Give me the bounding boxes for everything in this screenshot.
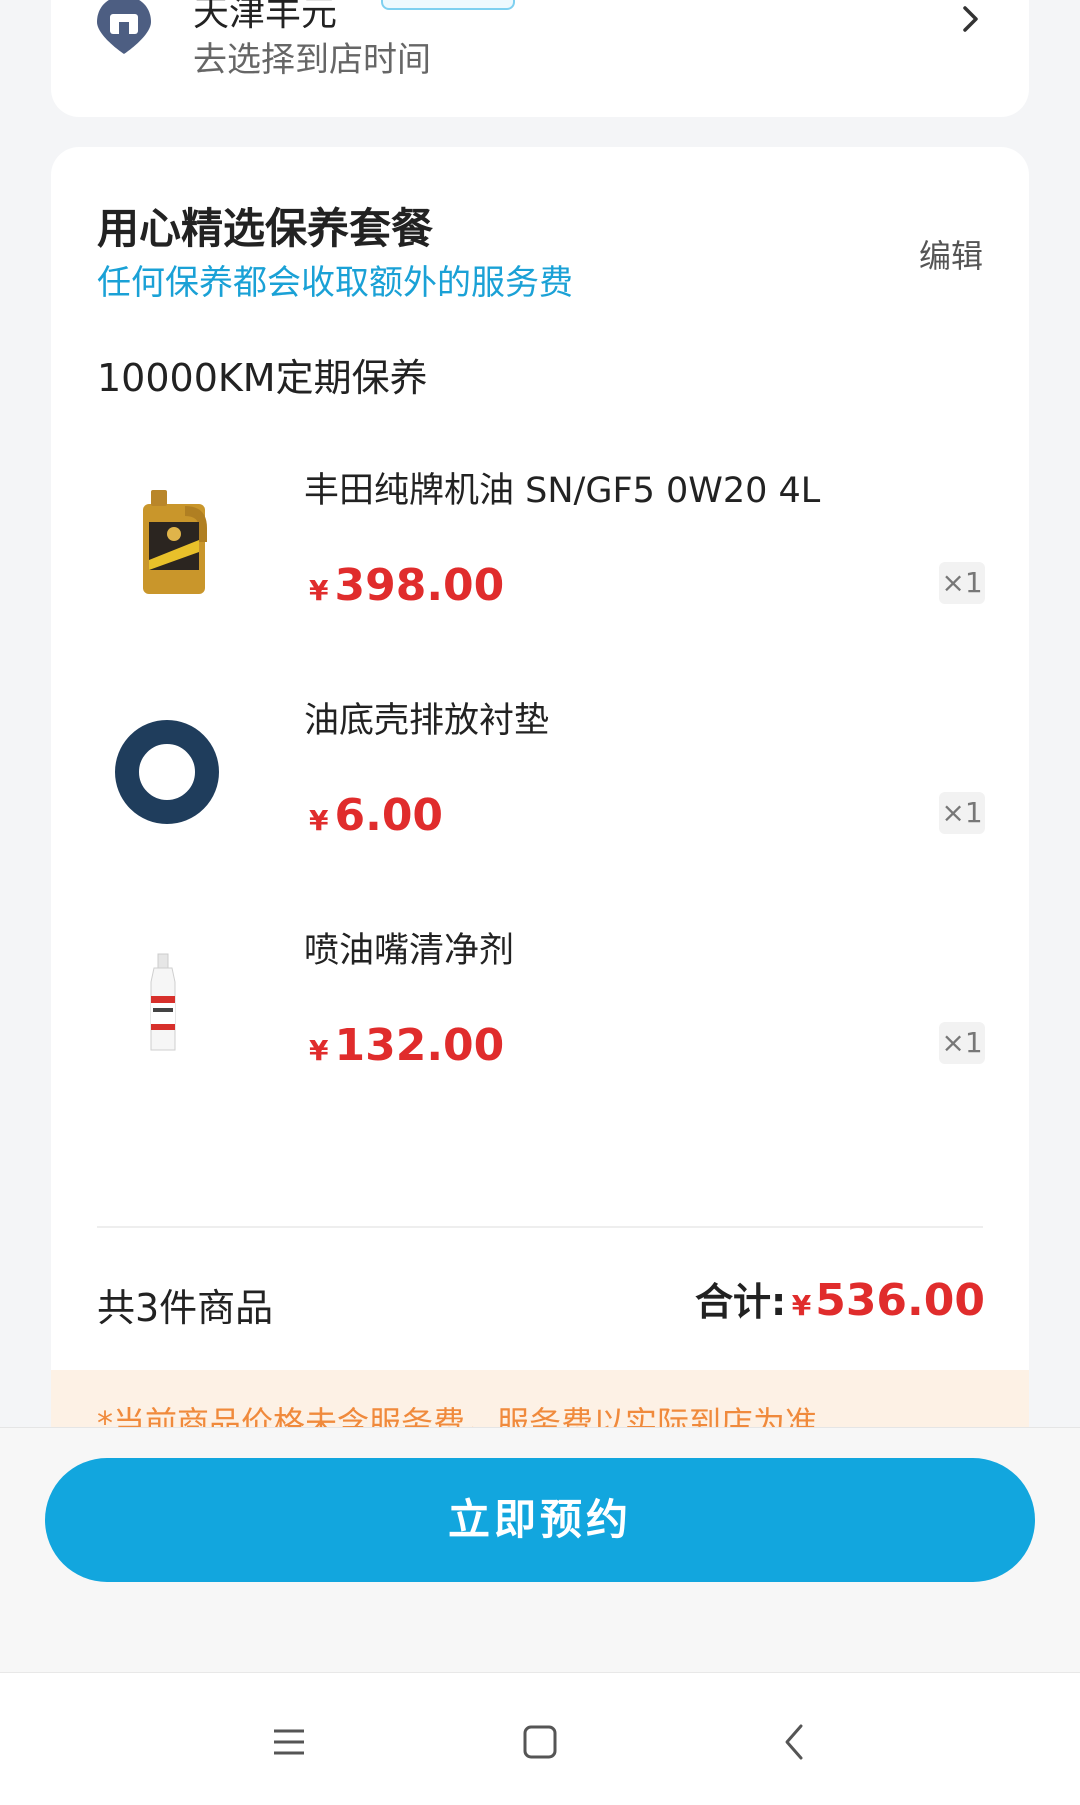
total-price: 合计: ¥536.00 [694, 1275, 985, 1326]
store-card[interactable]: 天津丰元 去选择到店时间 [51, 0, 1029, 117]
home-icon[interactable] [515, 1717, 565, 1767]
quantity-badge: ×1 [939, 562, 985, 604]
list-item[interactable]: 丰田纯牌机油 SN/GF5 0W20 4L ¥398.00 ×1 [51, 452, 1029, 682]
item-price: ¥398.00 [309, 560, 505, 611]
oil-bottle-icon [143, 490, 207, 594]
item-count: 共3件商品 [97, 1286, 274, 1330]
divider [97, 1226, 983, 1228]
package-title: 用心精选保养套餐 [97, 204, 434, 253]
quantity-badge: ×1 [939, 792, 985, 834]
choose-time-link[interactable]: 去选择到店时间 [193, 32, 431, 81]
book-now-button[interactable]: 立即预约 [45, 1458, 1035, 1582]
menu-icon[interactable] [264, 1717, 314, 1767]
price-notice-text: *当前商品价格未含服务费，服务费以实际到店为准 [97, 1404, 818, 1430]
list-item[interactable]: 喷油嘴清净剂 ¥132.00 ×1 [51, 912, 1029, 1142]
item-price: ¥132.00 [309, 1020, 505, 1071]
item-name: 喷油嘴清净剂 [304, 931, 515, 971]
gasket-icon [115, 720, 219, 824]
service-fee-notice: 任何保养都会收取额外的服务费 [97, 263, 573, 303]
item-name: 丰田纯牌机油 SN/GF5 0W20 4L [304, 471, 821, 511]
quantity-badge: ×1 [939, 1022, 985, 1064]
store-name: 天津丰元 [193, 0, 338, 34]
plan-name: 10000KM定期保养 [97, 356, 428, 400]
store-tag [381, 0, 515, 10]
edit-button[interactable]: 编辑 [919, 231, 983, 277]
system-nav-bar [0, 1672, 1080, 1805]
chevron-right-icon[interactable] [953, 2, 987, 36]
price-notice-banner: *当前商品价格未含服务费，服务费以实际到店为准 [51, 1370, 1029, 1430]
bottom-action-bar: 立即预约 [0, 1427, 1080, 1673]
item-name: 油底壳排放衬垫 [304, 701, 550, 741]
back-icon[interactable] [770, 1717, 820, 1767]
list-item[interactable]: 油底壳排放衬垫 ¥6.00 ×1 [51, 682, 1029, 912]
cleaner-bottle-icon [150, 953, 176, 1051]
package-card: 用心精选保养套餐 任何保养都会收取额外的服务费 编辑 10000KM定期保养 丰… [51, 147, 1029, 1437]
item-price: ¥6.00 [309, 790, 444, 841]
store-location-icon [97, 0, 151, 54]
